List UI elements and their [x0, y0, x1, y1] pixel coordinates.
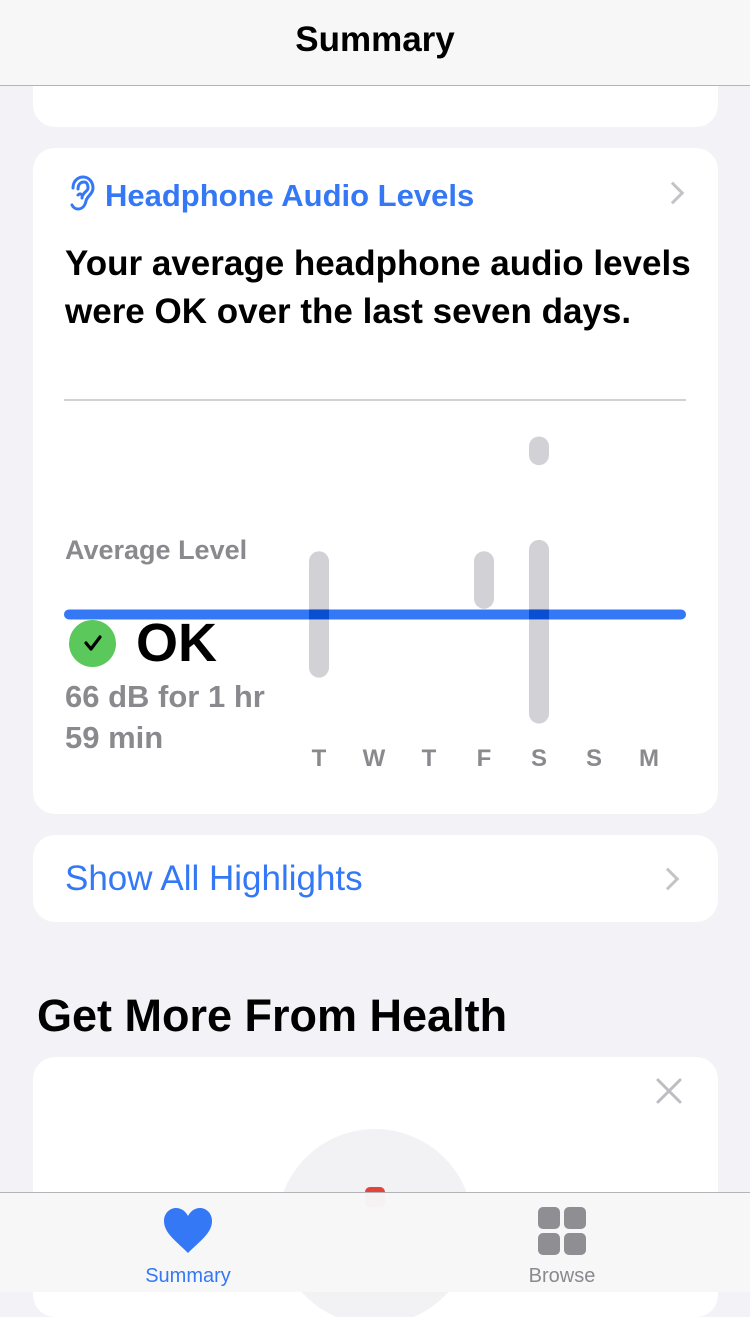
show-all-highlights-button[interactable]: Show All Highlights: [33, 835, 718, 922]
chevron-right-icon: [656, 867, 680, 891]
range-bar: [529, 436, 549, 466]
page-title: Summary: [295, 20, 455, 59]
highlights-label: Show All Highlights: [65, 859, 363, 898]
range-bar-overlap: [529, 609, 549, 620]
headphone-audio-card[interactable]: Headphone Audio Levels Your average head…: [33, 148, 718, 814]
detail-line-1: 66 dB for 1 hr: [65, 679, 265, 714]
tab-label: Summary: [145, 1265, 231, 1287]
section-title: Get More From Health: [37, 990, 508, 1041]
day-label: F: [477, 745, 492, 772]
grid-icon: [538, 1207, 586, 1255]
day-label: M: [639, 745, 659, 772]
status-text: OK: [136, 613, 217, 673]
range-bar: [474, 551, 494, 609]
day-label: T: [422, 745, 437, 772]
close-icon[interactable]: [655, 1077, 683, 1105]
tab-label: Browse: [528, 1265, 596, 1287]
day-label: T: [312, 745, 327, 772]
tab-bar: Summary Browse: [0, 1192, 750, 1292]
navigation-bar: Summary: [0, 0, 750, 86]
heart-icon: [164, 1208, 212, 1253]
tab-browse[interactable]: Browse: [462, 1193, 662, 1292]
day-label: S: [531, 745, 547, 772]
status-detail: 66 dB for 1 hr 59 min: [65, 676, 265, 758]
status-row: OK: [69, 612, 217, 674]
range-bar: [529, 539, 549, 724]
range-bar-overlap: [309, 609, 329, 620]
tab-summary[interactable]: Summary: [88, 1193, 288, 1292]
detail-line-2: 59 min: [65, 720, 164, 755]
average-level-label: Average Level: [65, 535, 248, 565]
day-label: W: [363, 745, 386, 772]
checkmark-circle-icon: [69, 619, 116, 667]
day-label: S: [586, 745, 602, 772]
